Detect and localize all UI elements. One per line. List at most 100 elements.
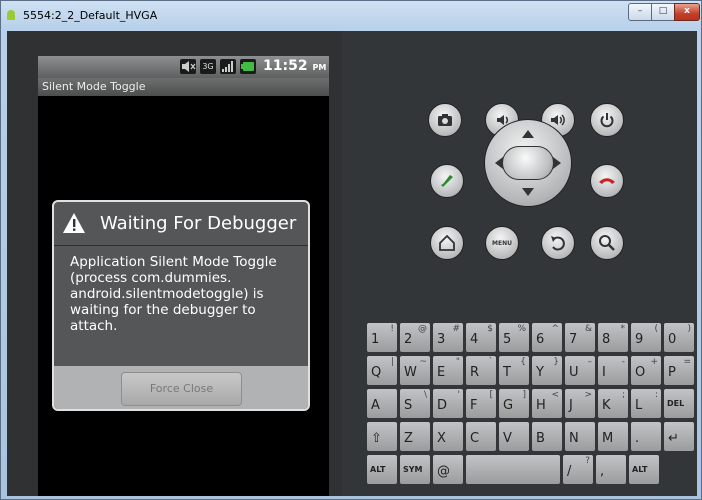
menu-button[interactable]: MENU (485, 226, 519, 260)
key-alt[interactable]: ALT (629, 455, 659, 484)
key-label: ALT (370, 465, 386, 474)
key-4[interactable]: 4 $ (466, 323, 496, 352)
key-y[interactable]: Y} (532, 356, 562, 385)
key-label: V (503, 431, 512, 446)
key-label: W (404, 365, 417, 380)
key-3[interactable]: 3 # (433, 323, 463, 352)
key-alt-label: < (551, 390, 559, 400)
end-call-button[interactable] (590, 164, 624, 198)
key-space[interactable] (466, 455, 560, 484)
key-label: K (602, 398, 611, 413)
key-c[interactable]: C (466, 422, 496, 451)
key-b[interactable]: B (532, 422, 562, 451)
key-o[interactable]: O + (631, 356, 661, 385)
title-bar[interactable]: 5554:2_2_Default_HVGA – □ x (1, 1, 701, 31)
key-r[interactable]: R ` (466, 356, 496, 385)
key-sym[interactable]: SYM (400, 455, 430, 484)
key-n[interactable]: N (565, 422, 595, 451)
key-p[interactable]: P = (664, 356, 694, 385)
key-7[interactable]: 7 & (565, 323, 595, 352)
key-5[interactable]: 5% (499, 323, 529, 352)
key-sym39[interactable]: ↵ (664, 422, 694, 451)
force-close-button[interactable]: Force Close (121, 372, 242, 406)
key-alt-label: * (620, 324, 626, 334)
debugger-dialog: Waiting For Debugger Application Silent … (52, 200, 310, 411)
power-button[interactable] (590, 103, 624, 137)
key-x[interactable]: X (433, 422, 463, 451)
back-button[interactable] (541, 226, 575, 260)
window-title: 5554:2_2_Default_HVGA (23, 9, 158, 22)
dpad-right-icon[interactable] (553, 157, 561, 169)
key-6[interactable]: 6 ^ (532, 323, 562, 352)
key-alt-label: – (587, 357, 593, 367)
key-sym38[interactable]: . (631, 422, 661, 451)
key-label: @ (437, 464, 450, 479)
key-sym42[interactable]: @ (433, 455, 463, 484)
key-u[interactable]: U – (565, 356, 595, 385)
key-label: G (503, 398, 514, 413)
android-icon (7, 10, 15, 20)
key-e[interactable]: E " (433, 356, 463, 385)
mute-icon (180, 59, 196, 74)
key-alt-label: @ (418, 324, 427, 334)
key-1[interactable]: 1! (367, 323, 397, 352)
key-alt[interactable]: ALT (367, 455, 397, 484)
key-g[interactable]: G] (499, 389, 529, 418)
key-alt-label: ) (687, 324, 691, 334)
key-del[interactable]: DEL (664, 389, 694, 418)
key-label: 7 (569, 332, 578, 347)
call-button[interactable] (430, 164, 464, 198)
key-j[interactable]: J > (565, 389, 595, 418)
close-button[interactable]: x (674, 3, 700, 21)
key-i[interactable]: I- (598, 356, 628, 385)
key-v[interactable]: V (499, 422, 529, 451)
key-alt-label: [ (489, 390, 493, 400)
key-f[interactable]: F[ (466, 389, 496, 418)
search-button[interactable] (590, 226, 624, 260)
key-2[interactable]: 2 @ (400, 323, 430, 352)
maximize-button[interactable]: □ (651, 3, 675, 21)
key-h[interactable]: H < (532, 389, 562, 418)
key-9[interactable]: 9( (631, 323, 661, 352)
key-s[interactable]: S \ (400, 389, 430, 418)
app-title: Silent Mode Toggle (42, 80, 146, 93)
key-l[interactable]: L: (631, 389, 661, 418)
key-t[interactable]: T{ (499, 356, 529, 385)
key-0[interactable]: 0) (664, 323, 694, 352)
key-alt-label: ; (621, 390, 625, 400)
key-label: , (600, 464, 605, 479)
key-label: 8 (602, 332, 611, 347)
dpad-down-icon[interactable] (522, 188, 534, 196)
camera-button[interactable] (428, 103, 462, 137)
emulator-window: 5554:2_2_Default_HVGA – □ x 3 G 11:52 PM … (0, 0, 702, 500)
key-sym30[interactable]: ⇧ (367, 422, 397, 451)
battery-icon (240, 59, 256, 74)
key-sym45[interactable]: , (596, 455, 626, 484)
key-a[interactable]: A (367, 389, 397, 418)
key-m[interactable]: M (598, 422, 628, 451)
key-sym44[interactable]: /? (563, 455, 593, 484)
dialog-footer: Force Close (54, 366, 308, 409)
key-label: ⇧ (371, 431, 382, 446)
key-label: H (536, 398, 546, 413)
key-8[interactable]: 8 * (598, 323, 628, 352)
key-alt-label: ( (654, 324, 658, 334)
phone-screen[interactable]: 3G 11:52 PM Silent Mode Toggle Waiting F… (38, 56, 329, 496)
key-label: 3 (437, 332, 446, 347)
dpad-up-icon[interactable] (522, 130, 534, 138)
dpad-center-button[interactable] (502, 146, 554, 180)
key-z[interactable]: Z (400, 422, 430, 451)
key-label: T (503, 365, 511, 380)
key-alt-label: ^ (551, 324, 559, 334)
home-button[interactable] (430, 226, 464, 260)
key-d[interactable]: D ' (433, 389, 463, 418)
home-icon (439, 234, 455, 251)
key-w[interactable]: W ~ (400, 356, 430, 385)
key-k[interactable]: K; (598, 389, 628, 418)
key-alt-label: " (455, 357, 460, 367)
key-q[interactable]: Q | (367, 356, 397, 385)
key-label: ALT (632, 465, 648, 474)
dialog-header: Waiting For Debugger (54, 202, 308, 246)
key-label: O (635, 365, 646, 380)
minimize-button[interactable]: – (628, 3, 652, 21)
